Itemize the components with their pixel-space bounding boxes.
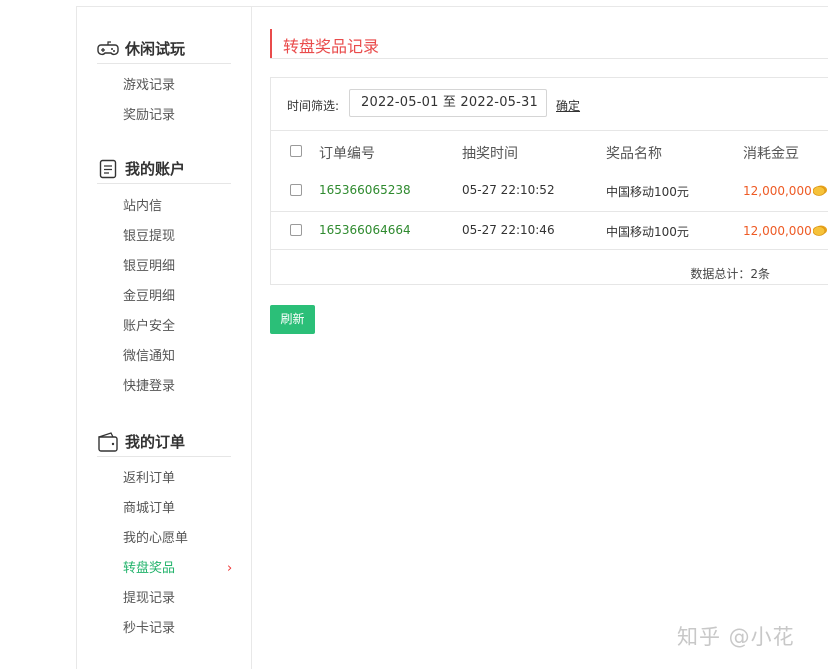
section-title: 休闲试玩 bbox=[125, 40, 186, 58]
draw-time: 05-27 22:10:46 bbox=[462, 223, 555, 237]
sidebar-item-reward-records[interactable]: 奖励记录 bbox=[123, 106, 243, 126]
order-id[interactable]: 165366064664 bbox=[319, 223, 411, 237]
draw-time: 05-27 22:10:52 bbox=[462, 183, 555, 197]
sidebar-item-account-security[interactable]: 账户安全 bbox=[123, 317, 243, 337]
order-id[interactable]: 165366065238 bbox=[319, 183, 411, 197]
column-header-gold-spent: 消耗金豆 bbox=[743, 146, 799, 162]
main-content: 转盘奖品记录 时间筛选: 2022-05-01 至 2022-05-31 确定 … bbox=[252, 6, 828, 669]
document-icon bbox=[97, 158, 119, 180]
sidebar-item-game-records[interactable]: 游戏记录 bbox=[123, 76, 243, 96]
sidebar-item-wechat-notify[interactable]: 微信通知 bbox=[123, 347, 243, 367]
prize-name: 中国移动100元 bbox=[606, 225, 689, 239]
sidebar-item-silver-withdraw[interactable]: 银豆提现 bbox=[123, 227, 243, 247]
confirm-link[interactable]: 确定 bbox=[556, 97, 580, 114]
sidebar-item-mall-orders[interactable]: 商城订单 bbox=[123, 499, 243, 519]
section-title: 我的账户 bbox=[125, 160, 186, 178]
row-checkbox[interactable] bbox=[290, 184, 302, 196]
data-total: 数据总计：2条 bbox=[690, 267, 770, 281]
watermark: 知乎 @小花 bbox=[677, 625, 795, 649]
column-header-order-id: 订单编号 bbox=[319, 146, 375, 162]
section-header-account: 我的账户 bbox=[97, 154, 231, 184]
gold-coin-icon bbox=[813, 225, 827, 236]
chevron-right-icon: › bbox=[227, 561, 233, 576]
sidebar-item-rebate-orders[interactable]: 返利订单 bbox=[123, 469, 243, 489]
sidebar-item-messages[interactable]: 站内信 bbox=[123, 197, 243, 217]
sidebar-item-card-records[interactable]: 秒卡记录 bbox=[123, 619, 243, 639]
sidebar-item-wishlist[interactable]: 我的心愿单 bbox=[123, 529, 243, 549]
page-title: 转盘奖品记录 bbox=[283, 37, 380, 56]
time-filter-label: 时间筛选: bbox=[287, 99, 340, 113]
gold-coin-icon bbox=[813, 185, 827, 196]
title-accent-bar bbox=[270, 29, 272, 58]
sidebar-item-quick-login[interactable]: 快捷登录 bbox=[123, 377, 243, 397]
divider bbox=[271, 249, 828, 250]
page-header: 转盘奖品记录 bbox=[270, 27, 828, 59]
wallet-icon bbox=[97, 431, 119, 453]
sidebar-item-gold-details[interactable]: 金豆明细 bbox=[123, 287, 243, 307]
gamepad-icon bbox=[97, 38, 119, 60]
section-header-orders: 我的订单 bbox=[97, 427, 231, 457]
date-range-input[interactable]: 2022-05-01 至 2022-05-31 bbox=[349, 89, 547, 117]
refresh-button[interactable]: 刷新 bbox=[270, 305, 315, 334]
column-header-draw-time: 抽奖时间 bbox=[462, 146, 518, 162]
sidebar-item-wheel-prizes[interactable]: 转盘奖品 › bbox=[123, 559, 243, 579]
gold-spent: 12,000,000 bbox=[743, 184, 812, 198]
prize-name: 中国移动100元 bbox=[606, 185, 689, 199]
table-row: 165366065238 05-27 22:10:52 中国移动100元 12,… bbox=[271, 172, 828, 211]
select-all-checkbox[interactable] bbox=[290, 145, 302, 157]
sidebar-item-label: 转盘奖品 bbox=[123, 561, 176, 576]
section-header-leisure: 休闲试玩 bbox=[97, 34, 231, 64]
table-header: 订单编号 抽奖时间 奖品名称 消耗金豆 bbox=[271, 130, 828, 172]
column-header-prize-name: 奖品名称 bbox=[606, 146, 662, 162]
table-row: 165366064664 05-27 22:10:46 中国移动100元 12,… bbox=[271, 211, 828, 250]
sidebar: 休闲试玩 游戏记录 奖励记录 我的账户 站内信 银豆提现 银豆明细 金豆明细 账… bbox=[76, 6, 252, 669]
records-panel: 时间筛选: 2022-05-01 至 2022-05-31 确定 订单编号 抽奖… bbox=[270, 77, 828, 285]
sidebar-item-withdraw-records[interactable]: 提现记录 bbox=[123, 589, 243, 609]
sidebar-item-silver-details[interactable]: 银豆明细 bbox=[123, 257, 243, 277]
row-checkbox[interactable] bbox=[290, 224, 302, 236]
gold-spent: 12,000,000 bbox=[743, 224, 812, 238]
section-title: 我的订单 bbox=[125, 433, 186, 451]
